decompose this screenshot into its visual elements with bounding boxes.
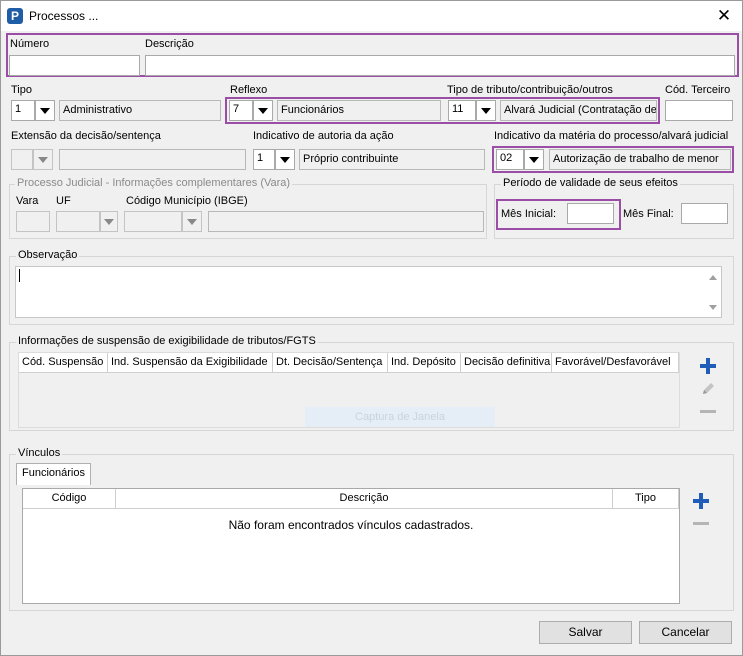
suspensao-col-header[interactable]: Ind. Depósito [388, 353, 461, 373]
reflexo-value: Funcionários [277, 100, 441, 121]
autoria-value: Próprio contribuinte [299, 149, 485, 170]
reflexo-code-input[interactable]: 7 [229, 100, 253, 121]
app-logo-icon: P [7, 8, 23, 24]
title-bar: P Processos ... ✕ [1, 1, 742, 31]
municipio-label: Código Município (IBGE) [126, 195, 248, 207]
uf-select [56, 211, 100, 232]
mes-inicial-label: Mês Inicial: [501, 208, 557, 220]
chevron-down-icon [481, 108, 491, 114]
tributo-value: Alvará Judicial (Contratação de [500, 100, 657, 121]
edit-pencil-icon [700, 381, 716, 397]
vinculos-empty-message: Não foram encontrados vínculos cadastrad… [228, 518, 474, 532]
text-cursor [19, 269, 20, 282]
descricao-input[interactable] [145, 55, 735, 76]
add-vinculo-plus-icon[interactable] [693, 493, 709, 509]
mes-inicial-input[interactable] [567, 203, 614, 224]
chevron-down-icon [104, 219, 114, 225]
tipo-value: Administrativo [59, 100, 221, 121]
suspensao-col-header[interactable]: Decisão definitiva [461, 353, 552, 373]
extensao-value [59, 149, 246, 170]
chevron-down-icon [280, 157, 290, 163]
municipio-code-input [124, 211, 182, 232]
add-suspensao-plus-icon[interactable] [700, 358, 716, 374]
materia-dropdown-button[interactable] [524, 149, 544, 170]
uf-dropdown-button [100, 211, 118, 232]
chevron-down-icon [187, 219, 197, 225]
tipo-dropdown-button[interactable] [35, 100, 55, 121]
autoria-dropdown-button[interactable] [275, 149, 295, 170]
chevron-down-icon [529, 157, 539, 163]
descricao-label: Descrição [145, 38, 194, 50]
extensao-dropdown-button [33, 149, 53, 170]
processos-dialog: P Processos ... ✕ Número Descrição Tipo … [0, 0, 743, 656]
reflexo-dropdown-button[interactable] [253, 100, 273, 121]
remove-suspensao-minus-icon [700, 410, 716, 413]
vinculos-grid[interactable]: Código Descrição Tipo Não foram encontra… [22, 488, 680, 604]
tipo-code-input[interactable]: 1 [11, 100, 35, 121]
chevron-down-icon [258, 108, 268, 114]
suspensao-col-header[interactable]: Cód. Suspensão [19, 353, 108, 373]
numero-label: Número [10, 38, 50, 50]
extensao-code-input [11, 149, 33, 170]
suspensao-col-header[interactable]: Favorável/Desfavorável [552, 353, 679, 373]
scroll-down-icon[interactable] [709, 305, 717, 310]
observacao-title: Observação [16, 249, 80, 261]
tributo-code-input[interactable]: 11 [448, 100, 476, 121]
autoria-code-input[interactable]: 1 [253, 149, 275, 170]
tipo-label: Tipo [11, 84, 32, 96]
chevron-down-icon [40, 108, 50, 114]
remove-vinculo-minus-icon [693, 522, 709, 525]
save-button[interactable]: Salvar [539, 621, 632, 644]
vinculos-col-header[interactable]: Tipo [613, 489, 679, 509]
cod-terceiro-input[interactable] [665, 100, 733, 121]
vinculos-col-header[interactable]: Descrição [116, 489, 613, 509]
tributo-label: Tipo de tributo/contribuição/outros [447, 84, 613, 96]
mes-final-label: Mês Final: [623, 208, 674, 220]
close-icon[interactable]: ✕ [709, 3, 739, 29]
numero-input[interactable] [9, 55, 140, 76]
vinculos-title: Vínculos [16, 447, 63, 459]
vara-label: Vara [16, 195, 39, 207]
municipio-dropdown-button [182, 211, 202, 232]
chevron-down-icon [38, 157, 48, 163]
window-title: Processos ... [29, 9, 99, 23]
scroll-up-icon[interactable] [709, 275, 717, 280]
observacao-scrollbar[interactable] [705, 267, 721, 317]
tab-funcionarios[interactable]: Funcionários [16, 463, 91, 485]
suspensao-grid[interactable]: Cód. Suspensão Ind. Suspensão da Exigibi… [18, 352, 680, 428]
processo-judicial-title: Processo Judicial - Informações compleme… [15, 177, 293, 189]
observacao-textarea[interactable] [15, 266, 722, 318]
materia-label: Indicativo da matéria do processo/alvará… [494, 130, 729, 142]
vinculos-col-header[interactable]: Código [23, 489, 116, 509]
periodo-validade-title: Período de validade de seus efeitos [501, 177, 680, 189]
suspensao-col-header[interactable]: Dt. Decisão/Sentença [273, 353, 388, 373]
vara-input [16, 211, 50, 232]
extensao-label: Extensão da decisão/sentença [11, 130, 161, 142]
autoria-label: Indicativo de autoria da ação [253, 130, 394, 142]
materia-code-input[interactable]: 02 [496, 149, 524, 170]
reflexo-label: Reflexo [230, 84, 268, 96]
materia-value: Autorização de trabalho de menor [549, 149, 731, 170]
tributo-dropdown-button[interactable] [476, 100, 496, 121]
cod-terceiro-label: Cód. Terceiro [665, 84, 731, 96]
municipio-value [208, 211, 484, 232]
suspensao-title: Informações de suspensão de exigibilidad… [16, 335, 318, 347]
mes-final-input[interactable] [681, 203, 728, 224]
cancel-button[interactable]: Cancelar [639, 621, 732, 644]
uf-label: UF [56, 195, 71, 207]
suspensao-col-header[interactable]: Ind. Suspensão da Exigibilidade [108, 353, 273, 373]
captura-janela-watermark: Captura de Janela [305, 407, 495, 427]
